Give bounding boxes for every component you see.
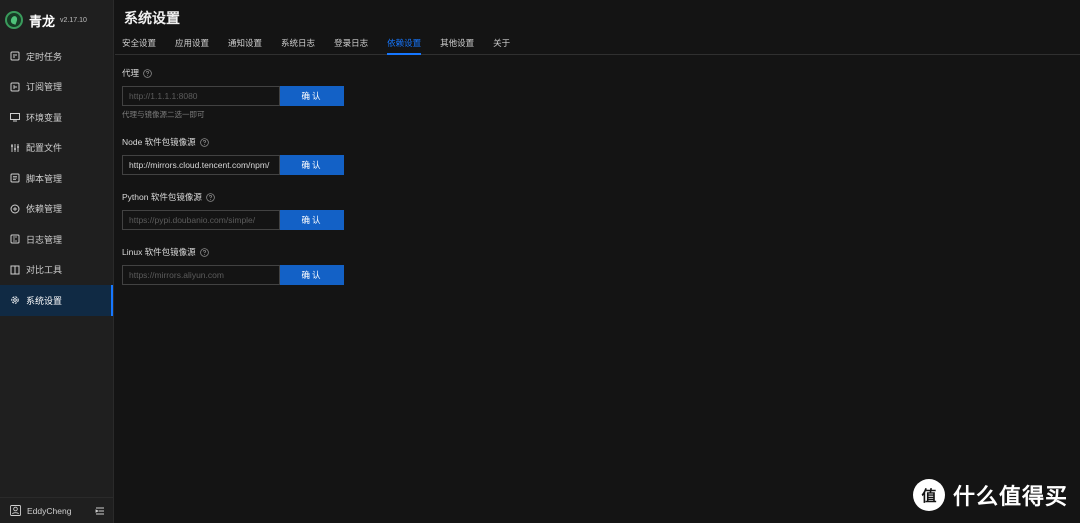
proxy-label: 代理 bbox=[122, 67, 344, 79]
sidebar-item-label: 脚本管理 bbox=[26, 173, 63, 184]
app-name: 青龙 bbox=[29, 13, 56, 29]
sidebar: 青龙 v2.17.10 定时任务 订阅管理 环境变量 配置文件 脚本管理 依赖管… bbox=[0, 0, 114, 523]
proxy-input[interactable] bbox=[122, 86, 280, 106]
sidebar-item-config[interactable]: 配置文件 bbox=[0, 133, 113, 164]
linux-mirror-section: Linux 软件包镜像源 确认 bbox=[122, 246, 344, 285]
monitor-icon bbox=[10, 112, 20, 122]
python-mirror-confirm-button[interactable]: 确认 bbox=[280, 210, 344, 230]
linux-mirror-confirm-button[interactable]: 确认 bbox=[280, 265, 344, 285]
sidebar-item-diff[interactable]: 对比工具 bbox=[0, 255, 113, 286]
subscription-icon bbox=[10, 82, 20, 92]
log-icon bbox=[10, 234, 20, 244]
proxy-hint: 代理与镜像源二选一即可 bbox=[122, 110, 205, 119]
brand[interactable]: 青龙 v2.17.10 bbox=[0, 0, 113, 40]
main-content: 系统设置 安全设置 应用设置 通知设置 系统日志 登录日志 依赖设置 其他设置 … bbox=[115, 0, 1080, 523]
python-mirror-section: Python 软件包镜像源 确认 bbox=[122, 191, 344, 230]
username: EddyCheng bbox=[27, 505, 72, 516]
watermark: 值 什么值得买 bbox=[912, 479, 1068, 511]
node-mirror-label-text: Node 软件包镜像源 bbox=[122, 137, 196, 147]
tab-other-settings[interactable]: 其他设置 bbox=[440, 32, 474, 54]
sidebar-item-env[interactable]: 环境变量 bbox=[0, 102, 113, 133]
tab-system-log[interactable]: 系统日志 bbox=[281, 32, 315, 54]
page-title: 系统设置 bbox=[124, 10, 180, 26]
sidebar-item-label: 依赖管理 bbox=[26, 204, 63, 215]
app-version: v2.17.10 bbox=[60, 16, 87, 24]
sidebar-menu: 定时任务 订阅管理 环境变量 配置文件 脚本管理 依赖管理 日志管理 对比工具 … bbox=[0, 41, 113, 316]
tab-application[interactable]: 应用设置 bbox=[175, 32, 209, 54]
clock-icon bbox=[10, 51, 20, 61]
node-mirror-confirm-button[interactable]: 确认 bbox=[280, 155, 344, 175]
sidebar-item-label: 配置文件 bbox=[26, 143, 63, 154]
python-mirror-label-text: Python 软件包镜像源 bbox=[122, 192, 202, 202]
tab-security[interactable]: 安全设置 bbox=[122, 32, 156, 54]
sliders-icon bbox=[10, 143, 20, 153]
proxy-confirm-button[interactable]: 确认 bbox=[280, 86, 344, 106]
node-mirror-label: Node 软件包镜像源 bbox=[122, 136, 344, 148]
watermark-text: 什么值得买 bbox=[952, 484, 1068, 509]
sidebar-item-label: 定时任务 bbox=[26, 51, 63, 62]
settings-tabs: 安全设置 应用设置 通知设置 系统日志 登录日志 依赖设置 其他设置 关于 bbox=[115, 32, 1080, 55]
linux-mirror-label: Linux 软件包镜像源 bbox=[122, 246, 344, 258]
dependency-icon bbox=[10, 204, 20, 214]
python-mirror-label: Python 软件包镜像源 bbox=[122, 191, 344, 203]
python-mirror-input[interactable] bbox=[122, 210, 280, 230]
sidebar-item-label: 系统设置 bbox=[26, 295, 63, 306]
help-icon[interactable] bbox=[199, 247, 209, 257]
sidebar-item-label: 环境变量 bbox=[26, 112, 63, 123]
tab-about[interactable]: 关于 bbox=[493, 32, 510, 54]
sidebar-item-cron[interactable]: 定时任务 bbox=[0, 41, 113, 72]
sidebar-item-scripts[interactable]: 脚本管理 bbox=[0, 163, 113, 194]
help-icon[interactable] bbox=[143, 68, 152, 78]
sidebar-item-settings[interactable]: 系统设置 bbox=[0, 285, 113, 316]
sidebar-item-label: 对比工具 bbox=[26, 265, 63, 276]
help-icon[interactable] bbox=[206, 192, 215, 202]
tab-login-log[interactable]: 登录日志 bbox=[334, 32, 368, 54]
user-avatar-icon bbox=[10, 505, 21, 516]
help-icon[interactable] bbox=[199, 137, 209, 147]
menu-collapse-icon[interactable] bbox=[95, 506, 105, 516]
node-mirror-input[interactable] bbox=[122, 155, 280, 175]
tab-notification[interactable]: 通知设置 bbox=[228, 32, 262, 54]
node-mirror-section: Node 软件包镜像源 确认 bbox=[122, 136, 344, 175]
linux-mirror-input[interactable] bbox=[122, 265, 280, 285]
gear-icon bbox=[10, 295, 20, 305]
sidebar-item-subscription[interactable]: 订阅管理 bbox=[0, 72, 113, 103]
watermark-logo-icon: 值 bbox=[912, 479, 945, 511]
sidebar-item-label: 订阅管理 bbox=[26, 82, 63, 93]
user-bar[interactable]: EddyCheng bbox=[0, 497, 114, 523]
proxy-section: 代理 确认 代理与镜像源二选一即可 bbox=[122, 67, 344, 120]
diff-icon bbox=[10, 265, 20, 275]
script-icon bbox=[10, 173, 20, 183]
qinglong-logo-icon bbox=[5, 11, 23, 29]
linux-mirror-label-text: Linux 软件包镜像源 bbox=[122, 247, 196, 257]
proxy-label-text: 代理 bbox=[122, 68, 140, 78]
sidebar-item-label: 日志管理 bbox=[26, 234, 63, 245]
sidebar-item-dependencies[interactable]: 依赖管理 bbox=[0, 194, 113, 225]
sidebar-item-logs[interactable]: 日志管理 bbox=[0, 224, 113, 255]
tab-dependency-settings[interactable]: 依赖设置 bbox=[387, 32, 422, 55]
